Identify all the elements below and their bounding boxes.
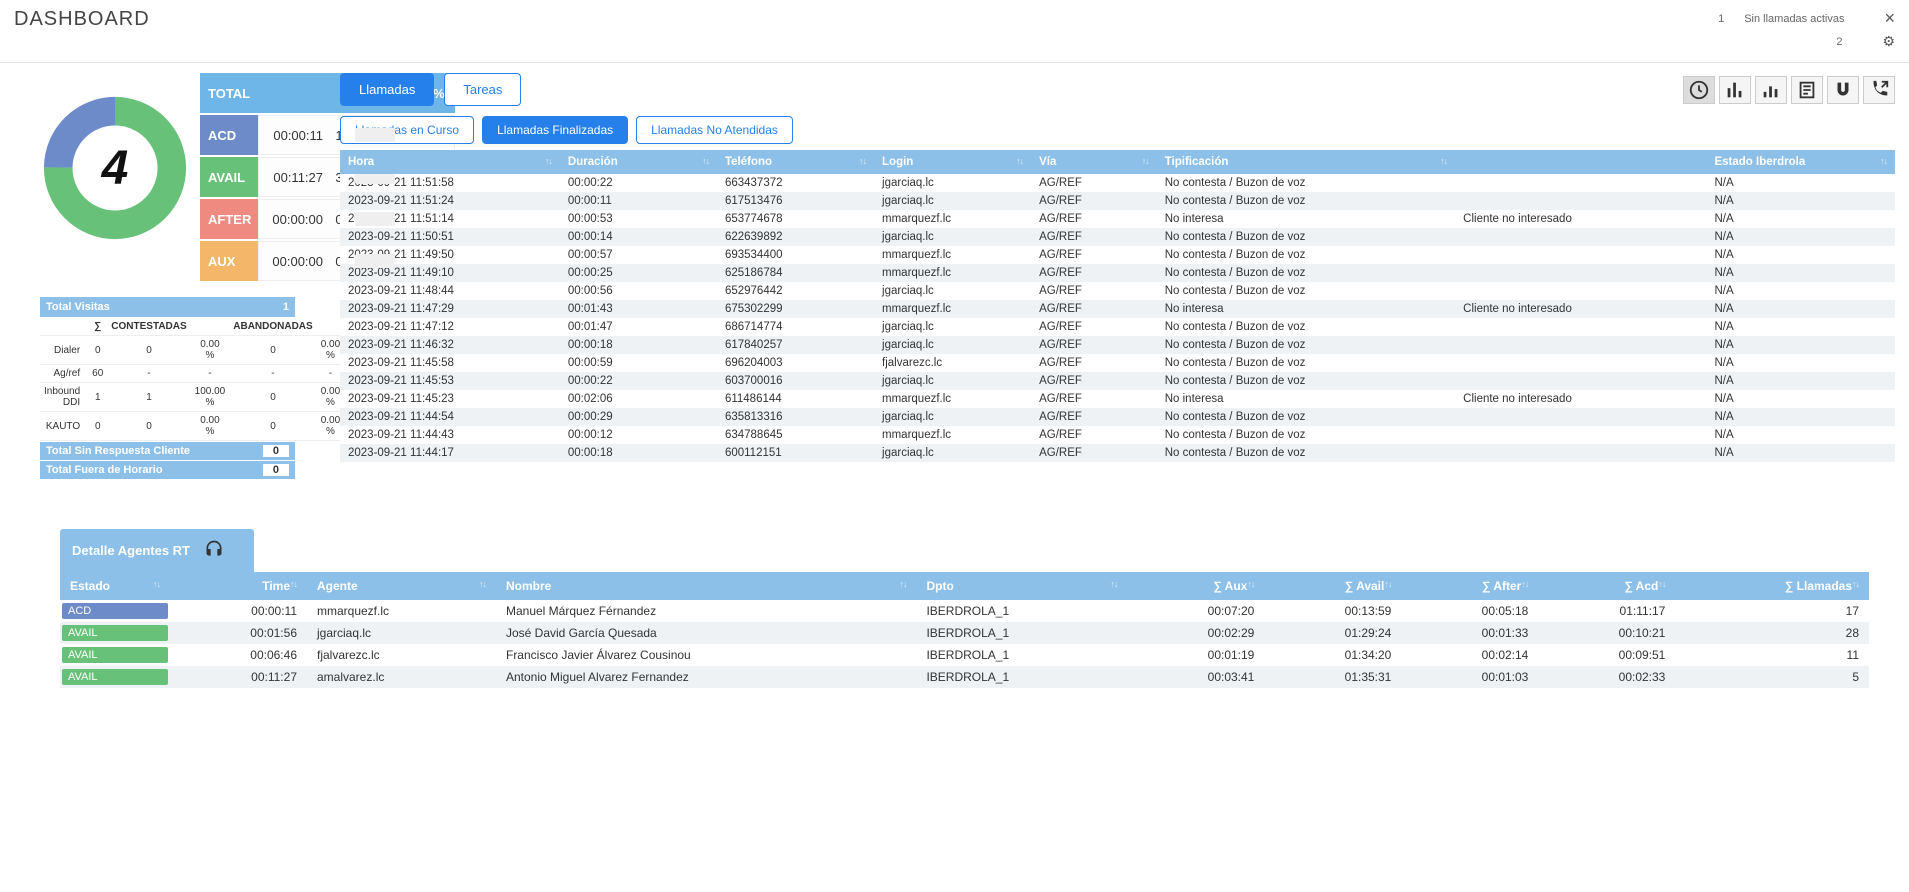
- status-time: 00:11:27: [265, 170, 323, 185]
- visits-row: Dialer000.00 %00.00 %: [40, 336, 344, 365]
- gear-icon[interactable]: ⚙: [1882, 33, 1895, 50]
- agent-row[interactable]: AVAIL00:01:56jgarciaq.lcJosé David Garcí…: [60, 622, 1869, 644]
- tab-tareas[interactable]: Tareas: [444, 73, 521, 106]
- notes-icon[interactable]: [1791, 76, 1823, 104]
- status-time: 00:00:00: [265, 212, 323, 227]
- agents-col-header[interactable]: ∑ Acd↑↓: [1538, 572, 1675, 600]
- status-label: AFTER: [200, 199, 258, 239]
- call-row[interactable]: 2023-09-21 11:47:2900:01:43675302299mmar…: [340, 300, 1895, 318]
- visits-out-of-hours: Total Fuera de Horario 0: [40, 461, 295, 479]
- main-tabs: Llamadas Tareas: [340, 73, 521, 106]
- agents-col-header[interactable]: Nombre↑↓: [496, 572, 916, 600]
- donut-chart: 4: [40, 73, 190, 263]
- visits-table: ∑CONTESTADASABANDONADAS Dialer000.00 %00…: [40, 318, 344, 441]
- call-row[interactable]: 2023-09-21 11:51:1400:00:53653774678mmar…: [340, 210, 1895, 228]
- call-row[interactable]: 2023-09-21 11:44:5400:00:29635813316jgar…: [340, 408, 1895, 426]
- donut-center-value: 4: [40, 93, 190, 243]
- no-calls-status: Sin llamadas activas: [1744, 13, 1844, 25]
- visits-total: 1: [283, 301, 289, 313]
- agents-col-header[interactable]: ∑ Llamadas↑↓: [1675, 572, 1869, 600]
- topbar: DASHBOARD 1 Sin llamadas activas × 2 ⚙: [0, 0, 1909, 63]
- agent-row[interactable]: AVAIL00:11:27amalvarez.lcAntonio Miguel …: [60, 666, 1869, 688]
- calls-col-header[interactable]: Tipificación↑↓: [1157, 150, 1455, 174]
- status-label: AUX: [200, 241, 258, 281]
- visits-no-response: Total Sin Respuesta Cliente 0: [40, 442, 295, 460]
- tab-llamadas[interactable]: Llamadas: [340, 73, 434, 106]
- status-bar: [355, 128, 395, 142]
- left-column: 4 TOTAL 4 - [100%] ACD00:00:111[25%]AVAI…: [40, 73, 320, 479]
- status-time: 00:00:11: [265, 128, 323, 143]
- headset-icon: [204, 539, 224, 562]
- header-status: 1 Sin llamadas activas × 2 ⚙: [1718, 8, 1895, 54]
- toolbar-icons: [1683, 76, 1895, 104]
- agents-col-header[interactable]: Time↑↓: [170, 572, 307, 600]
- call-row[interactable]: 2023-09-21 11:49:5000:00:57693534400mmar…: [340, 246, 1895, 264]
- calls-col-header[interactable]: [1455, 150, 1706, 174]
- estado-badge: AVAIL: [62, 647, 168, 663]
- call-row[interactable]: 2023-09-21 11:51:5800:00:22663437372jgar…: [340, 174, 1895, 192]
- phone-out-icon[interactable]: [1863, 76, 1895, 104]
- status-bar: [355, 212, 395, 226]
- call-row[interactable]: 2023-09-21 11:48:4400:00:56652976442jgar…: [340, 282, 1895, 300]
- bar-chart-icon[interactable]: [1719, 76, 1751, 104]
- calls-col-header[interactable]: Hora↑↓: [340, 150, 560, 174]
- page-title: DASHBOARD: [14, 8, 150, 31]
- calls-col-header[interactable]: Login↑↓: [874, 150, 1031, 174]
- agent-row[interactable]: ACD00:00:11mmarquezf.lcManuel Márquez Fé…: [60, 600, 1869, 622]
- slot-2: 2: [1836, 36, 1842, 48]
- close-icon[interactable]: ×: [1884, 8, 1895, 29]
- status-total-label: TOTAL: [200, 73, 280, 113]
- agents-section: Detalle Agentes RT Estado↑↓Time↑↓Agente↑…: [60, 529, 1869, 688]
- slot-1: 1: [1718, 13, 1724, 25]
- main-content: 4 TOTAL 4 - [100%] ACD00:00:111[25%]AVAI…: [0, 63, 1909, 499]
- call-row[interactable]: 2023-09-21 11:47:1200:01:47686714774jgar…: [340, 318, 1895, 336]
- call-row[interactable]: 2023-09-21 11:44:4300:00:12634788645mmar…: [340, 426, 1895, 444]
- visits-row: Ag/ref60----: [40, 365, 344, 383]
- clock-icon[interactable]: [1683, 76, 1715, 104]
- agents-header: Detalle Agentes RT: [60, 529, 254, 572]
- calls-col-header[interactable]: Teléfono↑↓: [717, 150, 874, 174]
- call-row[interactable]: 2023-09-21 11:45:2300:02:06611486144mmar…: [340, 390, 1895, 408]
- call-row[interactable]: 2023-09-21 11:45:5300:00:22603700016jgar…: [340, 372, 1895, 390]
- estado-badge: AVAIL: [62, 625, 168, 641]
- right-column: Llamadas Tareas Llamadas en Curso Llamad…: [340, 73, 1895, 462]
- calls-col-header[interactable]: Estado Iberdrola↑↓: [1706, 150, 1895, 174]
- estado-badge: AVAIL: [62, 669, 168, 685]
- call-row[interactable]: 2023-09-21 11:45:5800:00:59696204003fjal…: [340, 354, 1895, 372]
- agents-col-header[interactable]: Dpto↑↓: [916, 572, 1127, 600]
- visits-title: Total Visitas: [46, 301, 110, 313]
- agents-col-header[interactable]: Agente↑↓: [307, 572, 496, 600]
- sub-tabs: Llamadas en Curso Llamadas Finalizadas L…: [340, 116, 1895, 144]
- subtab-finalizadas[interactable]: Llamadas Finalizadas: [482, 116, 628, 144]
- subtab-no-atendidas[interactable]: Llamadas No Atendidas: [636, 116, 793, 144]
- status-label: AVAIL: [200, 157, 258, 197]
- visits-panel: Total Visitas 1 ∑CONTESTADASABANDONADAS …: [40, 297, 295, 479]
- status-time: 00:00:00: [265, 254, 323, 269]
- call-row[interactable]: 2023-09-21 11:46:3200:00:18617840257jgar…: [340, 336, 1895, 354]
- agents-col-header[interactable]: ∑ Avail↑↓: [1264, 572, 1401, 600]
- agents-col-header[interactable]: ∑ Aux↑↓: [1127, 572, 1264, 600]
- call-row[interactable]: 2023-09-21 11:50:5100:00:14622639892jgar…: [340, 228, 1895, 246]
- agent-row[interactable]: AVAIL00:06:46fjalvarezc.lcFrancisco Javi…: [60, 644, 1869, 666]
- status-bar: [355, 254, 395, 268]
- magnet-icon[interactable]: [1827, 76, 1859, 104]
- estado-badge: ACD: [62, 603, 168, 619]
- agents-col-header[interactable]: ∑ After↑↓: [1401, 572, 1538, 600]
- visits-row: KAUTO000.00 %00.00 %: [40, 412, 344, 441]
- status-label: ACD: [200, 115, 258, 155]
- calls-col-header[interactable]: Vía↑↓: [1031, 150, 1157, 174]
- agents-table: Estado↑↓Time↑↓Agente↑↓Nombre↑↓Dpto↑↓∑ Au…: [60, 572, 1869, 688]
- call-row[interactable]: 2023-09-21 11:51:2400:00:11617513476jgar…: [340, 192, 1895, 210]
- agents-col-header[interactable]: Estado↑↓: [60, 572, 170, 600]
- visits-row: Inbound DDI11100.00 %00.00 %: [40, 383, 344, 412]
- call-row[interactable]: 2023-09-21 11:49:1000:00:25625186784mmar…: [340, 264, 1895, 282]
- bar-chart-alt-icon[interactable]: [1755, 76, 1787, 104]
- call-row[interactable]: 2023-09-21 11:44:1700:00:18600112151jgar…: [340, 444, 1895, 462]
- calls-col-header[interactable]: Duración↑↓: [560, 150, 717, 174]
- calls-table: Hora↑↓Duración↑↓Teléfono↑↓Login↑↓Vía↑↓Ti…: [340, 150, 1895, 462]
